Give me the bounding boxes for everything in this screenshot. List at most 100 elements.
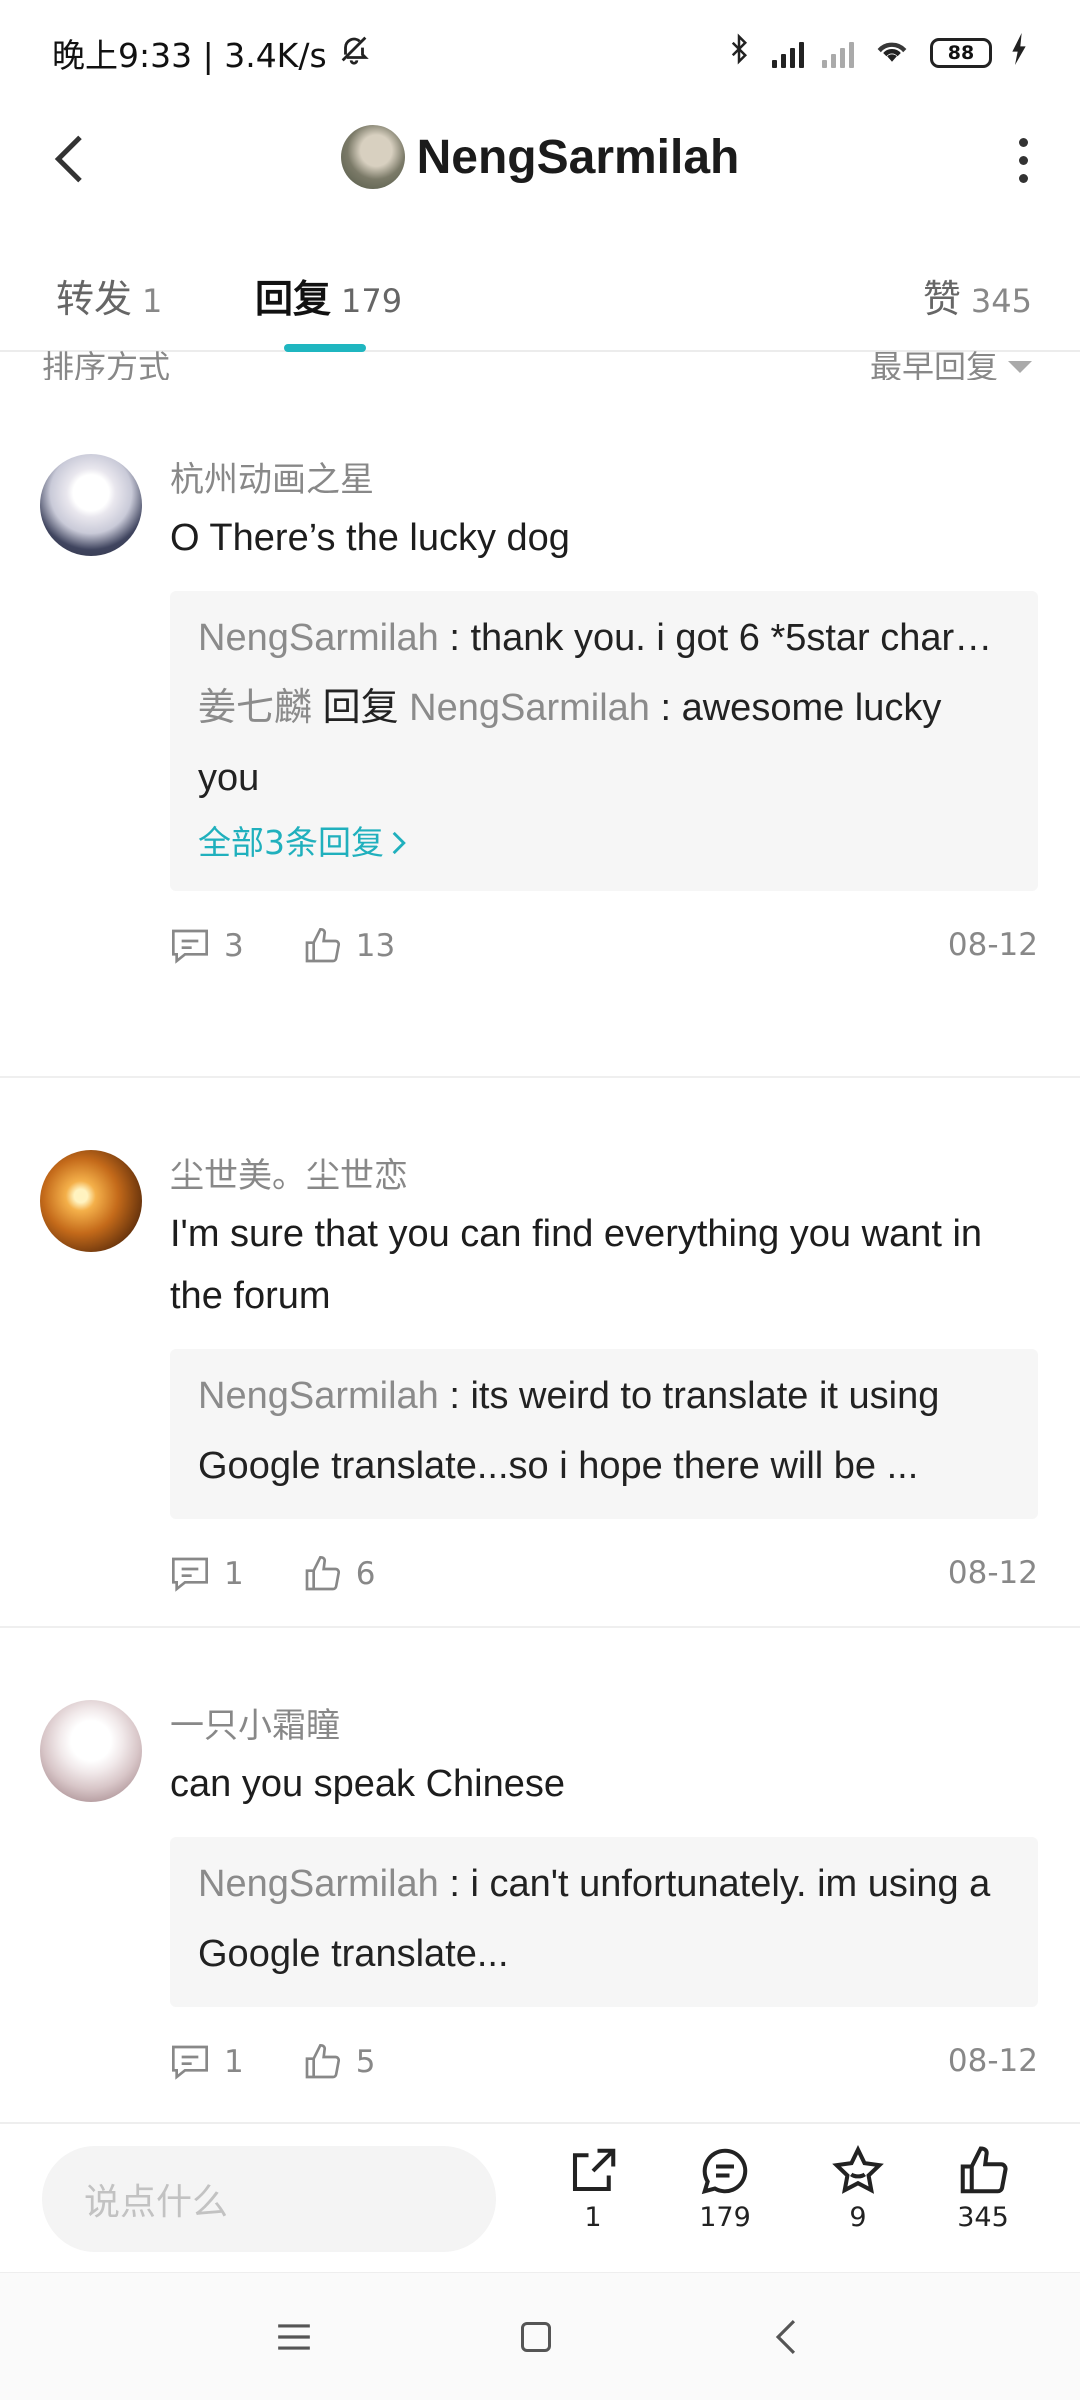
title-wrap: NengSarmilah <box>0 125 1080 189</box>
like-count: 5 <box>355 2044 376 2080</box>
header: NengSarmilah <box>0 105 1080 215</box>
charging-icon <box>1010 32 1028 73</box>
thumbs-up-icon <box>305 2043 340 2079</box>
menu-button[interactable] <box>264 2307 324 2367</box>
signal-hd-icon <box>772 38 804 68</box>
status-time-speed: 晚上9:33 | 3.4K/s <box>52 35 327 75</box>
comment-date: 08-12 <box>947 1555 1038 1591</box>
comment-bubble-icon <box>701 2148 748 2195</box>
comment-item: 一只小霜瞳 can you speak Chinese NengSarmilah… <box>0 1628 1080 2128</box>
share-button[interactable]: 1 <box>538 2144 648 2233</box>
tab-label: 赞 <box>922 277 961 321</box>
like-button[interactable]: 13 <box>302 926 395 966</box>
comment-date: 08-12 <box>947 2043 1038 2079</box>
reply-preview-box[interactable]: NengSarmilah : its weird to translate it… <box>170 1349 1038 1519</box>
home-button[interactable] <box>506 2307 566 2367</box>
menu-icon <box>278 2324 310 2350</box>
comment-count: 1 <box>224 1556 244 1592</box>
comment-actions: 3 13 08-12 <box>170 891 1038 1001</box>
like-count: 13 <box>355 928 396 964</box>
sort-value: 最早回复 <box>869 350 998 380</box>
sort-dropdown[interactable]: 最早回复 <box>870 350 1032 380</box>
comment-text: O There’s the lucky dog <box>170 517 570 559</box>
comment-item: 杭州动画之星 O There’s the lucky dog NengSarmi… <box>0 440 1080 1078</box>
sort-row: 排序方式 最早回复 <box>0 350 1080 380</box>
view-all-replies-link[interactable]: 全部3条回复 <box>198 813 1010 873</box>
reply-line: NengSarmilah : i can't unfortunately. im… <box>198 1849 1010 1989</box>
tab-count: 345 <box>970 282 1032 320</box>
sort-label: 排序方式 <box>42 350 171 380</box>
comments-button[interactable]: 179 <box>670 2144 780 2233</box>
thumbs-up-icon <box>960 2146 1008 2194</box>
favorite-button[interactable]: 9 <box>803 2144 913 2233</box>
comment-actions: 1 6 08-12 <box>170 1519 1038 1629</box>
comment-author[interactable]: 尘世美。尘世恋 <box>170 1136 1038 1197</box>
page-title: NengSarmilah <box>416 130 740 184</box>
comment-text: I'm sure that you can find everything yo… <box>170 1213 983 1317</box>
avatar[interactable] <box>40 1150 142 1252</box>
bluetooth-icon <box>724 32 754 74</box>
like-button[interactable]: 5 <box>302 2042 376 2082</box>
reply-author[interactable]: NengSarmilah <box>198 617 439 659</box>
tab-label: 转发 <box>56 277 133 321</box>
share-icon <box>572 2148 616 2192</box>
reply-button[interactable]: 1 <box>170 1555 244 1593</box>
tab-likes[interactable]: 赞 345 <box>923 268 1032 323</box>
comment-actions: 1 5 08-12 <box>170 2007 1038 2117</box>
share-count: 1 <box>584 2202 602 2233</box>
wifi-icon <box>872 33 912 73</box>
more-options-button[interactable] <box>998 135 1048 185</box>
chevron-right-icon <box>392 831 406 855</box>
reply-preview-box[interactable]: NengSarmilah : thank you. i got 6 *5star… <box>170 591 1038 891</box>
status-right: 88 <box>724 32 1028 74</box>
avatar[interactable] <box>40 454 142 556</box>
like-count: 6 <box>355 1556 376 1592</box>
status-left: 晚上9:33 | 3.4K/s <box>52 29 371 77</box>
comment-icon <box>172 2045 208 2080</box>
reply-line: NengSarmilah : thank you. i got 6 *5star… <box>198 603 1010 673</box>
comment-input[interactable]: 说点什么 <box>42 2146 496 2252</box>
reply-author[interactable]: NengSarmilah <box>198 1863 439 1905</box>
like-button[interactable]: 6 <box>302 1554 376 1594</box>
comment-text: can you speak Chinese <box>170 1763 566 1805</box>
dot <box>1018 173 1028 183</box>
comment-date: 08-12 <box>947 927 1038 963</box>
reply-line: NengSarmilah : its weird to translate it… <box>198 1361 1010 1501</box>
reply-author[interactable]: NengSarmilah <box>198 1375 439 1417</box>
reply-to-label: 回复 <box>312 687 410 729</box>
tab-label: 回复 <box>255 277 332 321</box>
reply-target[interactable]: NengSarmilah <box>409 687 650 729</box>
dropdown-arrow-icon <box>1008 361 1032 373</box>
battery-indicator: 88 <box>930 37 992 68</box>
thumbs-up-icon <box>305 1555 340 1591</box>
avatar[interactable] <box>40 1700 142 1802</box>
comment-author[interactable]: 一只小霜瞳 <box>170 1686 1038 1747</box>
star-icon <box>832 2144 884 2194</box>
square-icon <box>521 2322 551 2352</box>
more-replies-label: 全部3条回复 <box>198 823 384 862</box>
bottom-action-bar: 说点什么 1 179 9 345 <box>0 2122 1080 2272</box>
status-bar: 晚上9:33 | 3.4K/s 88 <box>0 0 1080 105</box>
tab-bar: 转发 1 回复 179 赞 345 <box>0 250 1080 352</box>
comment-count: 1 <box>224 2044 244 2080</box>
mute-bell-icon <box>337 32 371 74</box>
chevron-left-icon <box>775 2320 796 2354</box>
like-post-button[interactable]: 345 <box>928 2144 1038 2233</box>
signal-weak-icon <box>822 38 854 68</box>
post-like-count: 345 <box>957 2202 1009 2233</box>
author-avatar[interactable] <box>340 125 405 189</box>
reply-text: : thank you. i got 6 *5star characters i… <box>449 617 1010 659</box>
reply-button[interactable]: 3 <box>170 927 244 965</box>
comment-author[interactable]: 杭州动画之星 <box>170 440 1038 501</box>
favorite-count: 9 <box>849 2202 867 2233</box>
reply-preview-box[interactable]: NengSarmilah : i can't unfortunately. im… <box>170 1837 1038 2007</box>
reply-author[interactable]: 姜七麟 <box>198 687 312 729</box>
tab-reposts[interactable]: 转发 1 <box>56 268 162 323</box>
comment-icon <box>172 1557 208 1592</box>
tab-count: 1 <box>142 282 163 320</box>
nav-back-button[interactable] <box>756 2307 816 2367</box>
tab-replies[interactable]: 回复 179 <box>255 268 402 323</box>
comment-count: 3 <box>224 928 244 964</box>
comment-item: 尘世美。尘世恋 I'm sure that you can find every… <box>0 1078 1080 1628</box>
reply-button[interactable]: 1 <box>170 2043 244 2081</box>
